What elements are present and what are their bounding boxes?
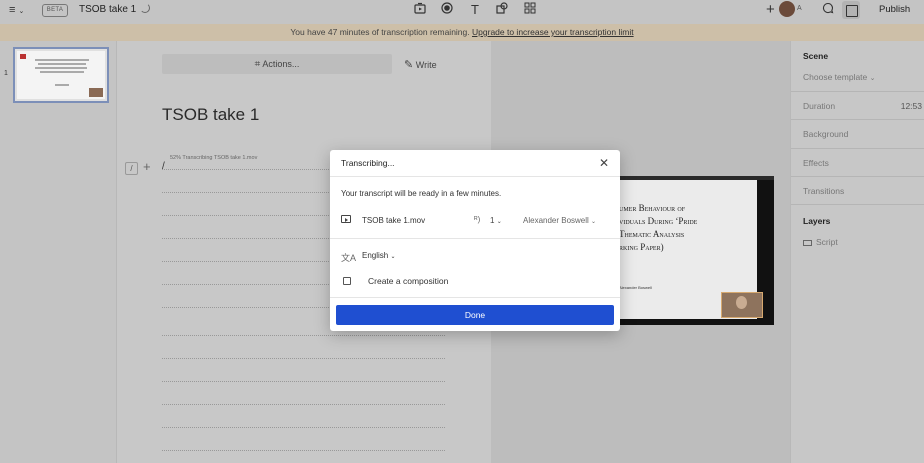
create-composition-checkbox[interactable] (343, 277, 351, 285)
speaker-name-dropdown[interactable]: Alexander Boswell ⌄ (523, 216, 596, 225)
transcribing-dialog: Transcribing... ✕ Your transcript will b… (330, 150, 620, 331)
file-name: TSOB take 1.mov (362, 216, 426, 225)
speaker-count-dropdown[interactable]: 1 ⌄ (490, 216, 502, 225)
dialog-message: Your transcript will be ready in a few m… (341, 189, 502, 198)
language-dropdown[interactable]: English ⌄ (362, 251, 396, 260)
create-composition-label[interactable]: Create a composition (368, 276, 448, 286)
video-file-icon (341, 215, 351, 223)
file-row: TSOB take 1.mov ᴿ) 1 ⌄ Alexander Boswell… (330, 211, 620, 239)
dialog-title: Transcribing... (341, 158, 395, 168)
close-icon[interactable]: ✕ (599, 156, 609, 170)
speakers-icon: ᴿ) (474, 215, 481, 224)
done-button[interactable]: Done (336, 305, 614, 325)
translate-icon: 文A (341, 253, 357, 263)
